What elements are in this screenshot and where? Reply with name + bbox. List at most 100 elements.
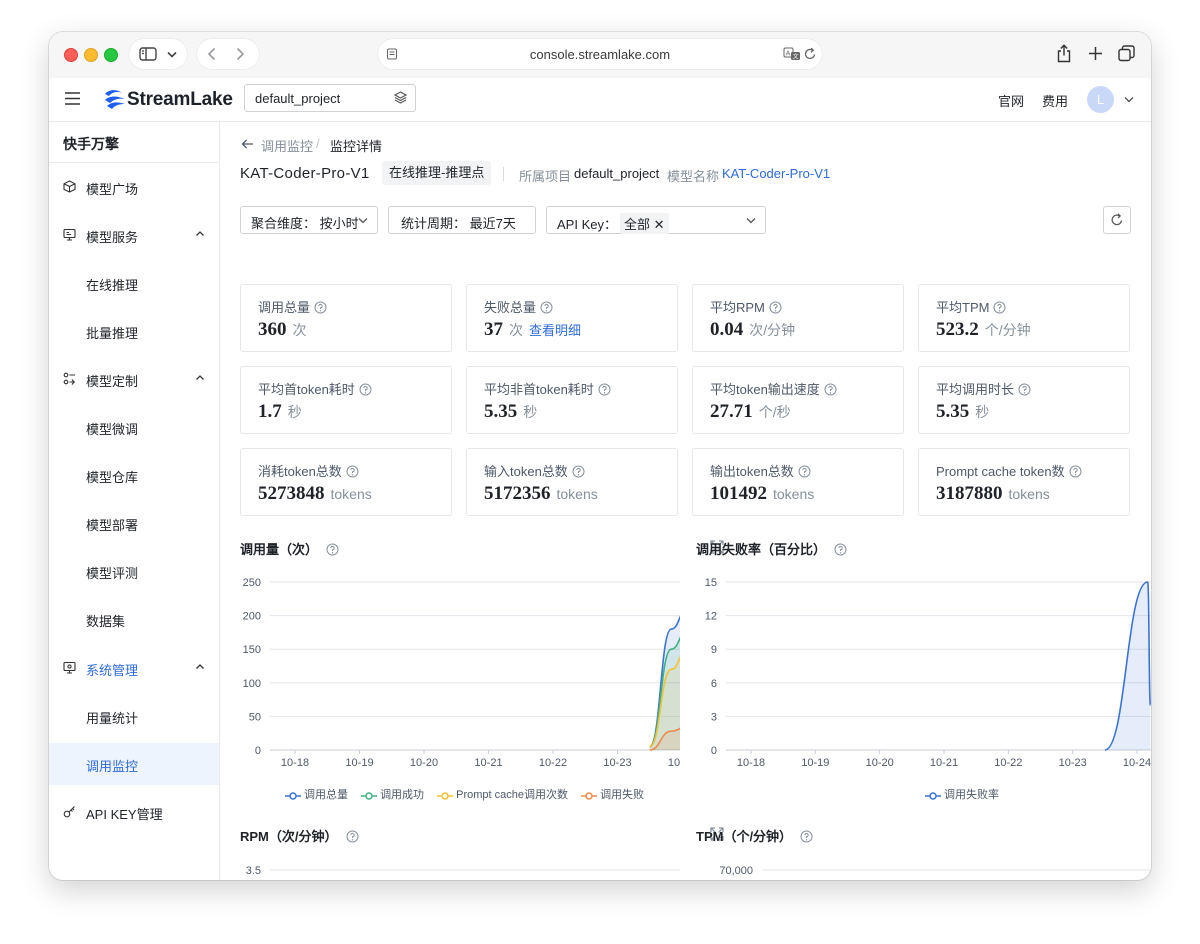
- stat-value-row: 5.35 秒: [936, 401, 989, 423]
- project-value: default_project: [574, 166, 660, 181]
- share-icon[interactable]: [1056, 44, 1072, 63]
- legend-label: 调用失败率: [944, 789, 999, 801]
- help-icon[interactable]: [824, 383, 837, 396]
- legend-marker-icon: [361, 792, 378, 800]
- help-icon[interactable]: [314, 301, 327, 314]
- sidebar-item-model-repo[interactable]: 模型仓库: [49, 454, 219, 496]
- stat-label: Prompt cache token数: [936, 461, 1082, 480]
- new-tab-icon[interactable]: [1088, 46, 1103, 61]
- legend-item[interactable]: 调用失败率: [925, 786, 999, 802]
- back-icon[interactable]: [207, 47, 217, 61]
- reload-icon[interactable]: [804, 47, 817, 61]
- menu-icon[interactable]: [65, 92, 80, 105]
- chart-title-rpm: RPM（次/分钟）: [240, 826, 359, 845]
- sidebar-item-model-custom[interactable]: 模型定制: [49, 358, 219, 400]
- stat-label: 平均token输出速度: [710, 379, 837, 398]
- help-icon[interactable]: [346, 830, 359, 843]
- stat-label: 消耗token总数: [258, 461, 359, 480]
- sidebar-item-model-service[interactable]: 模型服务: [49, 214, 219, 256]
- sidebar-item-model-deploy[interactable]: 模型部署: [49, 502, 219, 544]
- x-tick-label: 10-21: [930, 757, 958, 769]
- failure-rate-chart-legend: 调用失败率: [925, 786, 1009, 802]
- sidebar-item-model-square[interactable]: 模型广场: [49, 166, 219, 208]
- sidebar-item-fine-tune[interactable]: 模型微调: [49, 406, 219, 448]
- period-select[interactable]: 统计周期： 最近7天: [388, 206, 536, 234]
- stat-label-text: 平均非首token耗时: [484, 382, 594, 397]
- y-tick-label: 15: [705, 577, 717, 589]
- help-icon[interactable]: [326, 543, 339, 556]
- browser-toolbar: console.streamlake.com A 文: [49, 32, 1151, 78]
- help-icon[interactable]: [798, 465, 811, 478]
- zoom-window-button[interactable]: [104, 48, 118, 62]
- help-icon[interactable]: [800, 830, 813, 843]
- sidebar-item-system[interactable]: 系统管理: [49, 647, 219, 689]
- help-icon[interactable]: [769, 301, 782, 314]
- help-icon[interactable]: [834, 543, 847, 556]
- tpm-chart: 70,00060,000: [719, 865, 1151, 877]
- sidebar-item-model-eval[interactable]: 模型评测: [49, 550, 219, 592]
- tab-overview-icon[interactable]: [1118, 45, 1135, 62]
- official-site-link[interactable]: 官网: [998, 91, 1024, 110]
- view-details-link[interactable]: 查看明细: [529, 323, 581, 338]
- forward-icon[interactable]: [235, 47, 245, 61]
- stat-label-text: Prompt cache token数: [936, 464, 1065, 479]
- legend-item[interactable]: 调用失败: [581, 786, 644, 802]
- stat-value: 3187880: [936, 483, 1003, 504]
- stat-value-row: 3187880 tokens: [936, 483, 1050, 505]
- chip-close-icon[interactable]: ✕: [654, 217, 665, 232]
- y-tick-label: 6: [711, 678, 717, 690]
- stat-label-text: 输入token总数: [484, 464, 568, 479]
- sidebar-toggle-button[interactable]: [129, 39, 187, 69]
- minimize-window-button[interactable]: [84, 48, 98, 62]
- breadcrumb-parent[interactable]: 调用监控: [261, 136, 313, 155]
- sidebar-item-usage[interactable]: 用量统计: [49, 695, 219, 737]
- help-icon[interactable]: [572, 465, 585, 478]
- sidebar-item-api-key[interactable]: API KEY管理: [49, 791, 219, 833]
- sidebar-item-online-inference[interactable]: 在线推理: [49, 262, 219, 304]
- help-icon[interactable]: [1018, 383, 1031, 396]
- stat-card-input-tokens: 输入token总数 5172356 tokens: [466, 448, 678, 516]
- api-key-chip-label: 全部: [623, 217, 650, 232]
- sidebar-item-batch-inference[interactable]: 批量推理: [49, 310, 219, 352]
- logo-text[interactable]: StreamLake: [127, 89, 233, 111]
- stat-card-avg-tpm: 平均TPM 523.2 个/分钟: [918, 284, 1130, 352]
- close-window-button[interactable]: [64, 48, 78, 62]
- legend-item[interactable]: 调用成功: [361, 786, 424, 802]
- billing-link[interactable]: 费用: [1042, 91, 1068, 110]
- legend-item[interactable]: Prompt cache调用次数: [437, 786, 568, 802]
- help-icon[interactable]: [993, 301, 1006, 314]
- help-icon[interactable]: [346, 465, 359, 478]
- stat-value: 5172356: [484, 483, 551, 504]
- translate-icon[interactable]: A 文: [783, 47, 801, 61]
- period-select-text: 统计周期： 最近7天: [401, 216, 516, 231]
- address-bar[interactable]: console.streamlake.com A 文: [378, 39, 822, 69]
- api-key-select[interactable]: API Key： 全部 ✕: [546, 206, 766, 234]
- refresh-button[interactable]: [1103, 206, 1131, 234]
- legend-label: Prompt cache调用次数: [456, 789, 568, 801]
- stat-label-text: 平均首token耗时: [258, 382, 355, 397]
- y-tick-label: 150: [243, 644, 261, 656]
- streamlake-logo-icon[interactable]: [103, 88, 127, 110]
- sidebar-item-label: 模型仓库: [86, 470, 139, 485]
- arrow-left-icon[interactable]: [241, 139, 254, 149]
- stat-label: 输入token总数: [484, 461, 585, 480]
- x-tick-label: 10-19: [345, 757, 373, 769]
- help-icon[interactable]: [540, 301, 553, 314]
- avatar[interactable]: L: [1087, 86, 1114, 113]
- svg-text:文: 文: [793, 53, 799, 61]
- project-select[interactable]: default_project: [244, 84, 416, 112]
- help-icon[interactable]: [359, 383, 372, 396]
- sidebar-item-call-monitor[interactable]: 调用监控: [49, 743, 219, 785]
- account-chevron-down-icon[interactable]: [1124, 96, 1134, 103]
- x-tick-label: 10-20: [410, 757, 438, 769]
- y-tick-label: 9: [711, 644, 717, 656]
- model-name-link[interactable]: KAT-Coder-Pro-V1: [722, 166, 830, 181]
- help-icon[interactable]: [1069, 465, 1082, 478]
- stat-value: 0.04: [710, 319, 744, 340]
- legend-item[interactable]: 调用总量: [285, 786, 348, 802]
- stat-label-text: 平均TPM: [936, 300, 990, 315]
- aggregation-select[interactable]: 聚合维度： 按小时: [240, 206, 378, 234]
- sidebar-item-dataset[interactable]: 数据集: [49, 598, 219, 640]
- api-key-chip[interactable]: 全部 ✕: [619, 213, 669, 234]
- help-icon[interactable]: [598, 383, 611, 396]
